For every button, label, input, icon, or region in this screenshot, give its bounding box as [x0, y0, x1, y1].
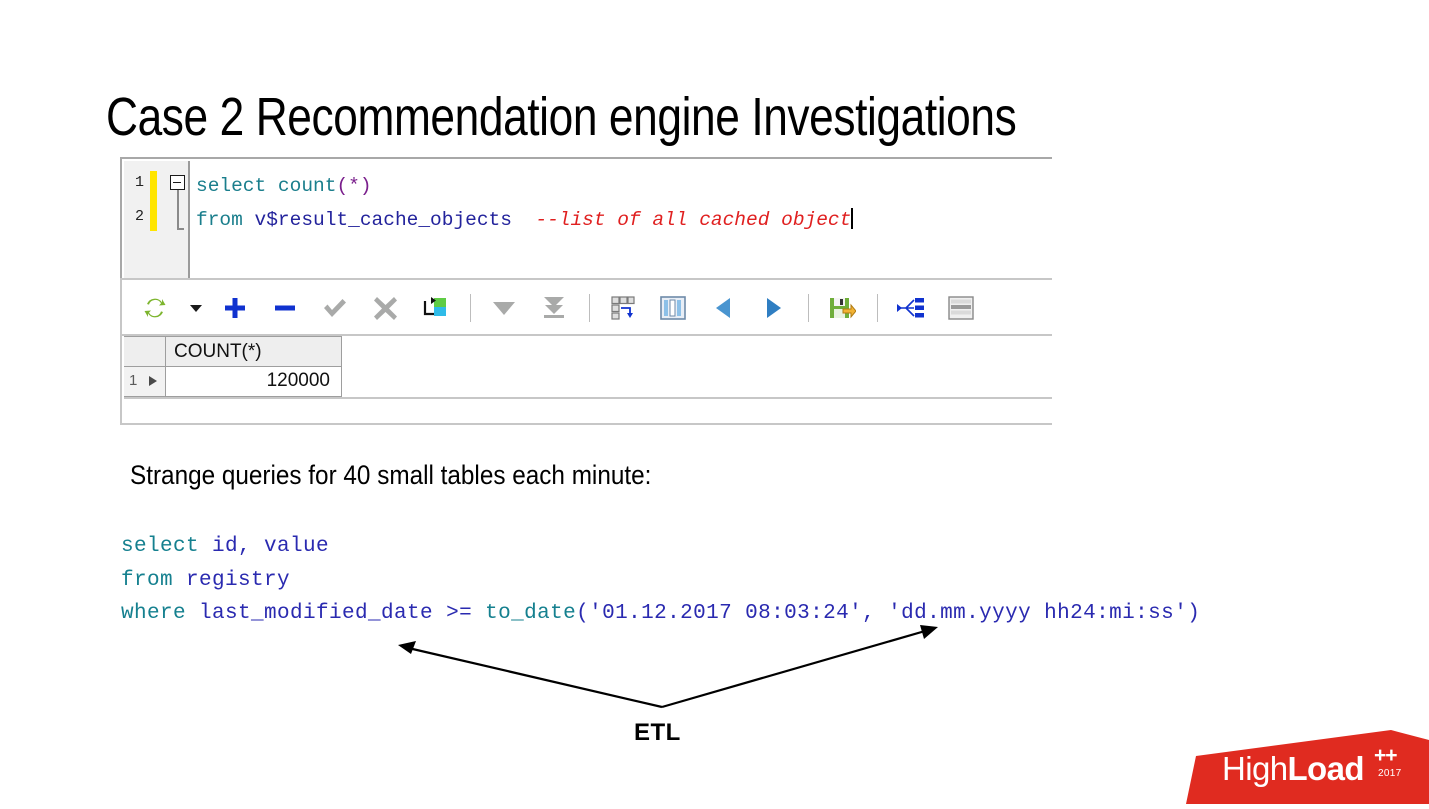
grid-row-number: 1 — [129, 372, 138, 389]
toolbar-separator — [877, 294, 878, 322]
grid-column-header[interactable]: COUNT(*) — [166, 336, 342, 367]
grid-toolbar — [120, 278, 1052, 336]
rollback-icon[interactable] — [368, 291, 402, 325]
commit-icon[interactable] — [318, 291, 352, 325]
export-grid-icon[interactable] — [418, 291, 452, 325]
add-row-icon[interactable] — [218, 291, 252, 325]
text-cursor — [851, 208, 854, 229]
table-cell-count[interactable]: 120000 — [166, 367, 342, 397]
delete-row-icon[interactable] — [268, 291, 302, 325]
save-grid-icon[interactable] — [825, 291, 859, 325]
arrow-right-line — [661, 627, 933, 709]
highload-logo: HighLoad ++ 2017 — [1186, 730, 1429, 804]
line-number: 2 — [134, 208, 144, 225]
panel-bottom-divider — [120, 423, 1052, 425]
current-row-arrow-icon — [149, 376, 157, 386]
query-keyword-select: select — [121, 535, 200, 558]
next-record-icon[interactable] — [756, 291, 790, 325]
sql-code-area[interactable]: 1 2 select count(*) from v$result_cache_… — [120, 157, 1052, 278]
page-title: Case 2 Recommendation engine Investigati… — [106, 87, 1017, 147]
logo-wordmark: HighLoad — [1222, 750, 1365, 788]
modified-lines-bar — [150, 171, 157, 231]
code-comment: --list of all cached object — [535, 209, 852, 231]
refresh-icon[interactable] — [138, 291, 172, 325]
logo-year: 2017 — [1378, 768, 1402, 779]
arrow-left-line — [403, 645, 663, 709]
prev-record-icon[interactable] — [706, 291, 740, 325]
arrow-left-head — [398, 641, 416, 654]
collapse-box-icon[interactable] — [170, 175, 185, 190]
query-table-name: registry — [173, 568, 291, 592]
line-number: 1 — [134, 174, 144, 191]
grid-corner-cell[interactable] — [124, 336, 166, 367]
toolbar-separator — [470, 294, 471, 322]
script-output-icon[interactable] — [944, 291, 978, 325]
fetch-next-icon[interactable] — [487, 291, 521, 325]
logo-plusplus: ++ — [1374, 744, 1398, 767]
code-punct-star: (*) — [336, 175, 372, 197]
result-grid[interactable]: COUNT(*) 1 120000 — [120, 336, 1052, 425]
toolbar-separator — [589, 294, 590, 322]
caption-text: Strange queries for 40 small tables each… — [130, 460, 652, 490]
query-select-list: id, value — [199, 535, 330, 558]
fetch-all-icon[interactable] — [537, 291, 571, 325]
editor-gutter: 1 2 — [124, 161, 190, 278]
chevron-down-icon[interactable] — [188, 291, 204, 325]
explain-plan-icon[interactable] — [894, 291, 928, 325]
arrow-right-head — [920, 625, 938, 639]
code-keyword-from: from — [196, 209, 255, 231]
column-chart-icon[interactable] — [656, 291, 690, 325]
query-keyword-from: from — [121, 568, 174, 592]
logo-part-high: High — [1222, 750, 1288, 787]
code-keyword-select: select count — [196, 175, 337, 197]
grid-row-header[interactable]: 1 — [124, 367, 166, 397]
fold-bracket-icon — [177, 190, 183, 230]
etl-label: ETL — [634, 719, 681, 746]
query-keyword-where: where — [121, 602, 187, 625]
sql-code-text[interactable]: select count(*) from v$result_cache_obje… — [196, 169, 854, 237]
sql-editor-screenshot: 1 2 select count(*) from v$result_cache_… — [120, 157, 1052, 425]
grid-bottom-divider — [124, 397, 1052, 399]
toolbar-separator — [808, 294, 809, 322]
code-identifier-table: v$result_cache_objects — [254, 209, 512, 231]
grid-layout-icon[interactable] — [606, 291, 640, 325]
etl-annotation-arrows — [398, 625, 938, 709]
logo-part-load: Load — [1287, 750, 1364, 787]
